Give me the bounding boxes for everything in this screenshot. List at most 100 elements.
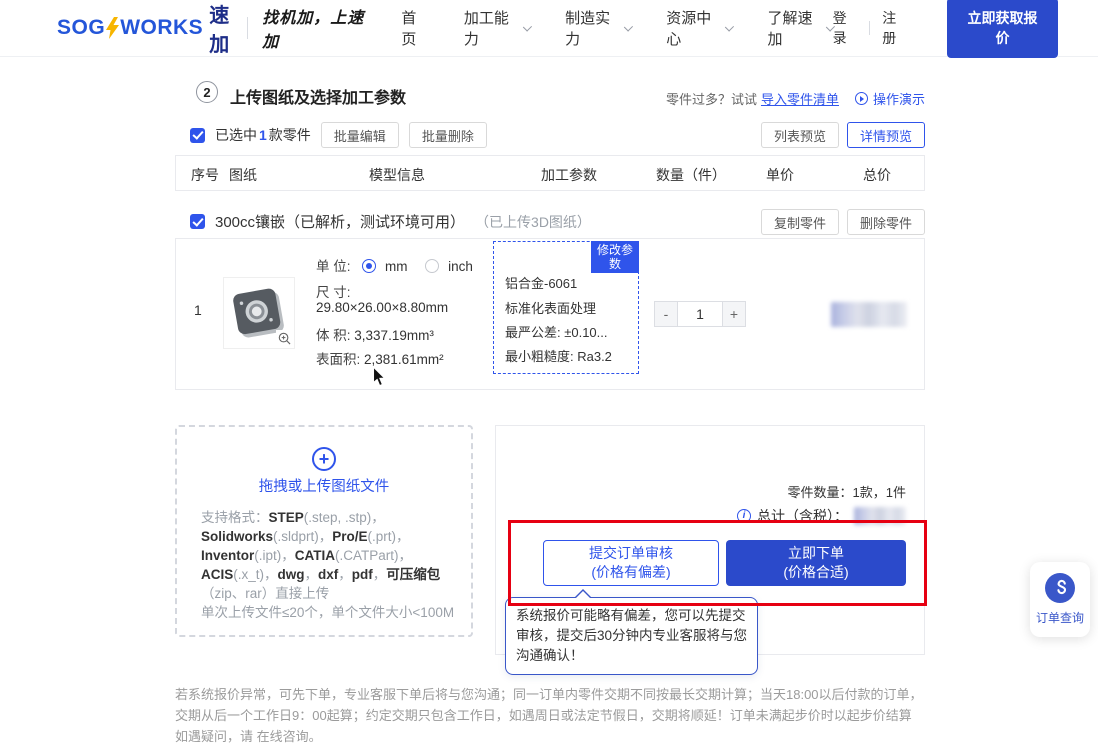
- part-index: 1: [194, 302, 202, 318]
- zoom-in-icon[interactable]: [276, 330, 293, 347]
- register-link[interactable]: 注册: [882, 8, 907, 48]
- batch-delete-button[interactable]: 批量删除: [409, 122, 487, 148]
- part-checkbox[interactable]: [190, 214, 205, 229]
- format-segment: dxf: [318, 567, 338, 582]
- detail-preview-button[interactable]: 详情预览: [847, 122, 925, 148]
- unit-inch-radio[interactable]: [425, 259, 439, 273]
- selected-count-text: 已选中1款零件: [215, 125, 311, 145]
- too-many-parts-hint: 零件过多？试试: [666, 89, 757, 108]
- disclaimer-text: 若系统报价异常，可先下单，专业客服下单后将与您沟通；同一订单内零件交期不同按最长…: [175, 684, 927, 745]
- table-header-cell: 数量（件）: [656, 165, 726, 185]
- divider: [869, 21, 870, 35]
- copy-part-button[interactable]: 复制零件: [761, 209, 839, 235]
- table-header-cell: 加工参数: [541, 165, 597, 185]
- nav-item[interactable]: 了解速加: [767, 7, 832, 49]
- format-segment: CATIA: [295, 548, 335, 563]
- part-row: 1 单 位: mm: [175, 238, 925, 390]
- format-segment: 支持格式：: [201, 510, 269, 525]
- order-line1: 立即下单: [788, 545, 844, 561]
- review-line2: (价格有偏差): [591, 564, 670, 580]
- format-segment: Pro/E: [332, 529, 367, 544]
- chevron-down-icon: [523, 22, 532, 31]
- info-icon: i: [737, 509, 751, 523]
- part-title-row: 300cc镶嵌（已解析，测试环境可用） （已上传3D图纸）: [190, 211, 591, 232]
- review-tooltip: 系统报价可能略有偏差，您可以先提交审核，提交后30分钟内专业客服将与您沟通确认！: [505, 597, 758, 675]
- format-segment: 可压缩包: [386, 567, 440, 582]
- format-segment: (.prt)，: [368, 529, 410, 544]
- lightning-bolt-icon: [106, 17, 119, 39]
- table-header-cell: 模型信息: [369, 165, 425, 185]
- unit-mm-label[interactable]: mm: [385, 259, 408, 274]
- format-segment: ，: [338, 567, 352, 582]
- edit-params-button[interactable]: 修改参数: [591, 241, 639, 273]
- format-segment: (.x_t)，: [233, 567, 277, 582]
- unit-inch-label[interactable]: inch: [448, 259, 473, 274]
- login-link[interactable]: 登录: [833, 8, 858, 48]
- param-line: 标准化表面处理: [505, 298, 596, 317]
- size-value: 29.80×26.00×8.80mm: [316, 300, 448, 315]
- order-query-button[interactable]: 订单查询: [1030, 562, 1090, 637]
- top-navbar: SOG WORKS 速加 找机加，上速加 首页加工能力制造实力资源中心了解速加 …: [0, 0, 1098, 57]
- auth-area: 登录 注册: [833, 8, 907, 48]
- nav-item-label: 加工能力: [464, 7, 516, 49]
- logo-text-sog: SOG: [57, 16, 105, 40]
- part-thumbnail[interactable]: [223, 277, 295, 349]
- part-name: 300cc镶嵌（已解析，测试环境可用）: [215, 211, 465, 232]
- quantity-plus-button[interactable]: +: [722, 301, 746, 327]
- total-price-redacted: [854, 507, 906, 525]
- order-query-icon: [1045, 573, 1075, 603]
- delete-part-button[interactable]: 删除零件: [847, 209, 925, 235]
- selection-toolbar: 已选中1款零件 批量编辑 批量删除: [190, 122, 487, 148]
- play-icon: [855, 92, 868, 105]
- format-segment: (.step, .stp)，: [304, 510, 385, 525]
- format-segment: pdf: [352, 567, 373, 582]
- format-segment: Inventor: [201, 548, 254, 563]
- submit-review-button[interactable]: 提交订单审核 (价格有偏差): [543, 540, 719, 586]
- quantity-input[interactable]: [678, 301, 722, 327]
- order-now-button[interactable]: 立即下单 (价格合适): [726, 540, 906, 586]
- nav-item[interactable]: 加工能力: [464, 7, 529, 49]
- get-quote-button[interactable]: 立即获取报价: [947, 0, 1058, 58]
- part-actions: 复制零件 删除零件: [761, 209, 925, 235]
- selected-count: 1: [257, 127, 269, 143]
- list-preview-button[interactable]: 列表预览: [761, 122, 839, 148]
- demo-label: 操作演示: [873, 89, 925, 108]
- table-header-cell: 序号: [191, 165, 219, 185]
- unit-mm-radio[interactable]: [362, 259, 376, 273]
- demo-button[interactable]: 操作演示: [855, 89, 925, 108]
- page: SOG WORKS 速加 找机加，上速加 首页加工能力制造实力资源中心了解速加 …: [0, 0, 1098, 745]
- nav-item[interactable]: 首页: [401, 7, 427, 49]
- upload-dropzone[interactable]: + 拖拽或上传图纸文件 支持格式：STEP(.step, .stp)，Solid…: [175, 425, 473, 637]
- nav-item[interactable]: 制造实力: [565, 7, 630, 49]
- import-parts-list-link[interactable]: 导入零件清单: [761, 89, 839, 108]
- table-header-cell: 图纸: [229, 165, 257, 185]
- total-row: i 总计（含税）：: [737, 506, 906, 526]
- plus-icon: +: [312, 447, 336, 471]
- nav-item[interactable]: 资源中心: [666, 7, 731, 49]
- quantity-minus-button[interactable]: -: [654, 301, 678, 327]
- volume-row: 体 积: 3,337.19mm³: [316, 324, 434, 344]
- main-nav: 首页加工能力 制造实力资源中心 了解速加: [401, 7, 832, 49]
- batch-edit-button[interactable]: 批量编辑: [321, 122, 399, 148]
- chevron-down-icon: [725, 22, 734, 31]
- format-segment: Solidworks: [201, 529, 273, 544]
- quantity-stepper: - +: [654, 301, 746, 327]
- nav-item-label: 首页: [401, 7, 427, 49]
- logo[interactable]: SOG WORKS 速加: [57, 0, 233, 57]
- machining-params-box: 修改参数 铝合金-6061标准化表面处理最严公差: ±0.10...最小粗糙度:…: [493, 241, 639, 374]
- area-row: 表面积: 2,381.61mm²: [316, 348, 444, 368]
- param-line: 最严公差: ±0.10...: [505, 322, 608, 341]
- table-header-cell: 总价: [863, 165, 891, 185]
- param-line: 铝合金-6061: [505, 273, 577, 292]
- format-segment: dwg: [278, 567, 305, 582]
- area-value: 2,381.61mm²: [364, 352, 444, 367]
- divider: [247, 17, 248, 39]
- nav-item-label: 资源中心: [666, 7, 718, 49]
- select-all-checkbox[interactable]: [190, 128, 205, 143]
- table-header-cell: 单价: [766, 165, 794, 185]
- size-label: 尺 寸:: [316, 281, 351, 301]
- step-actions: 零件过多？试试 导入零件清单 操作演示: [666, 89, 925, 108]
- format-segment: (.CATPart)，: [335, 548, 412, 563]
- format-segment: ACIS: [201, 567, 233, 582]
- chevron-down-icon: [624, 22, 633, 31]
